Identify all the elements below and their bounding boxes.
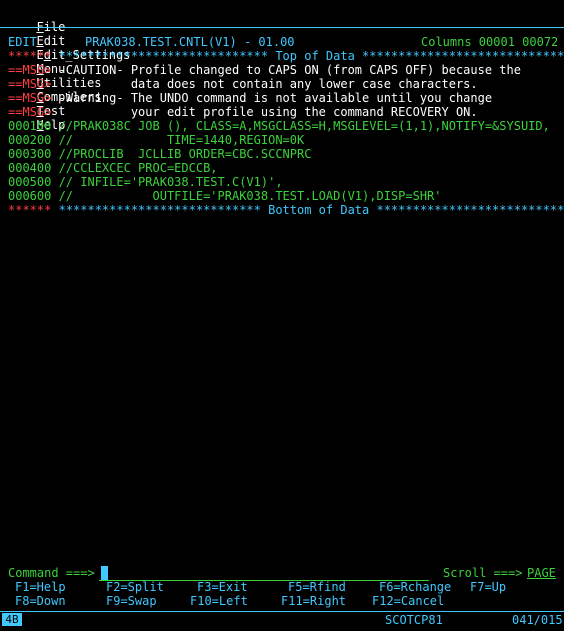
source-line[interactable]: 000200 // TIME=1440,REGION=0K <box>8 133 304 147</box>
line-prefix: ****** <box>8 49 52 63</box>
line-number: 000100 <box>8 119 52 133</box>
pf10-left[interactable]: F10=Left <box>190 594 248 608</box>
msg-prefix: ==MSG> <box>8 105 52 119</box>
menu-separator <box>0 27 564 28</box>
edit-mode-label: EDIT <box>8 35 37 49</box>
line-content: //CCLEXCEC PROC=EDCCB, <box>51 161 218 175</box>
pf12-cancel[interactable]: F12=Cancel <box>372 594 444 608</box>
source-line[interactable]: 000300 //PROCLIB JCLLIB ORDER=CBC.SCCNPR… <box>8 147 311 161</box>
top-of-data-text: ***************************** Top of Dat… <box>51 49 564 63</box>
message-line: ==MSG> your edit profile using the comma… <box>8 105 478 119</box>
scroll-amount-field[interactable]: PAGE <box>527 566 556 580</box>
msg-prefix: ==MSG> <box>8 77 52 91</box>
pf1-help[interactable]: F1=Help <box>15 580 66 594</box>
session-indicator: 4B <box>2 613 22 626</box>
line-number: 000500 <box>8 175 52 189</box>
line-number: 000600 <box>8 189 52 203</box>
pf9-swap[interactable]: F9=Swap <box>106 594 157 608</box>
bottom-of-data-text: **************************** Bottom of D… <box>51 203 564 217</box>
source-line[interactable]: 000100 //PRAK038C JOB (), CLASS=A,MSGCLA… <box>8 119 550 133</box>
line-prefix: ****** <box>8 203 52 217</box>
line-number: 000400 <box>8 161 52 175</box>
pf3-exit[interactable]: F3=Exit <box>197 580 248 594</box>
message-line: ==MSG> data does not contain any lower c… <box>8 77 478 91</box>
top-of-data-line: ****** ***************************** Top… <box>8 49 564 63</box>
bottom-of-data-line: ****** **************************** Bott… <box>8 203 564 217</box>
terminal-status-bar <box>0 611 564 629</box>
line-content: // TIME=1440,REGION=0K <box>51 133 305 147</box>
command-label: Command ===> <box>8 566 95 580</box>
pf5-rfind[interactable]: F5=Rfind <box>288 580 346 594</box>
line-number: 000200 <box>8 133 52 147</box>
menu-edit[interactable]: Edit <box>36 34 65 48</box>
pf2-split[interactable]: F2=Split <box>106 580 164 594</box>
source-line[interactable]: 000400 //CCLEXCEC PROC=EDCCB, <box>8 161 218 175</box>
msg-text: -CAUTION- Profile changed to CAPS ON (fr… <box>51 63 521 77</box>
message-line: ==MSG> -Warning- The UNDO command is not… <box>8 91 492 105</box>
scroll-label: Scroll ===> <box>443 566 523 580</box>
msg-prefix: ==MSG> <box>8 91 52 105</box>
msg-text: your edit profile using the command RECO… <box>51 105 478 119</box>
text-cursor <box>101 566 108 580</box>
msg-prefix: ==MSG> <box>8 63 52 77</box>
pf8-down[interactable]: F8=Down <box>15 594 66 608</box>
cursor-position: 041/015 <box>512 613 563 627</box>
session-name: SCOTCP81 <box>385 613 443 627</box>
dataset-name: PRAK038.TEST.CNTL(V1) - 01.00 <box>85 35 295 49</box>
message-line: ==MSG> -CAUTION- Profile changed to CAPS… <box>8 63 521 77</box>
line-content: // INFILE='PRAK038.TEST.C(V1)', <box>51 175 283 189</box>
line-content: // OUTFILE='PRAK038.TEST.LOAD(V1),DISP=S… <box>51 189 442 203</box>
line-number: 000300 <box>8 147 52 161</box>
columns-indicator: Columns 00001 00072 <box>421 35 559 49</box>
pf7-up[interactable]: F7=Up <box>470 580 506 594</box>
command-input[interactable] <box>99 566 429 581</box>
line-content: //PROCLIB JCLLIB ORDER=CBC.SCCNPRC <box>51 147 312 161</box>
msg-text: data does not contain any lower case cha… <box>51 77 478 91</box>
pf6-rchange[interactable]: F6=Rchange <box>379 580 451 594</box>
pf11-right[interactable]: F11=Right <box>281 594 346 608</box>
msg-text: -Warning- The UNDO command is not availa… <box>51 91 493 105</box>
line-content: //PRAK038C JOB (), CLASS=A,MSGCLASS=H,MS… <box>51 119 550 133</box>
source-line[interactable]: 000500 // INFILE='PRAK038.TEST.C(V1)', <box>8 175 283 189</box>
source-line[interactable]: 000600 // OUTFILE='PRAK038.TEST.LOAD(V1)… <box>8 189 442 203</box>
